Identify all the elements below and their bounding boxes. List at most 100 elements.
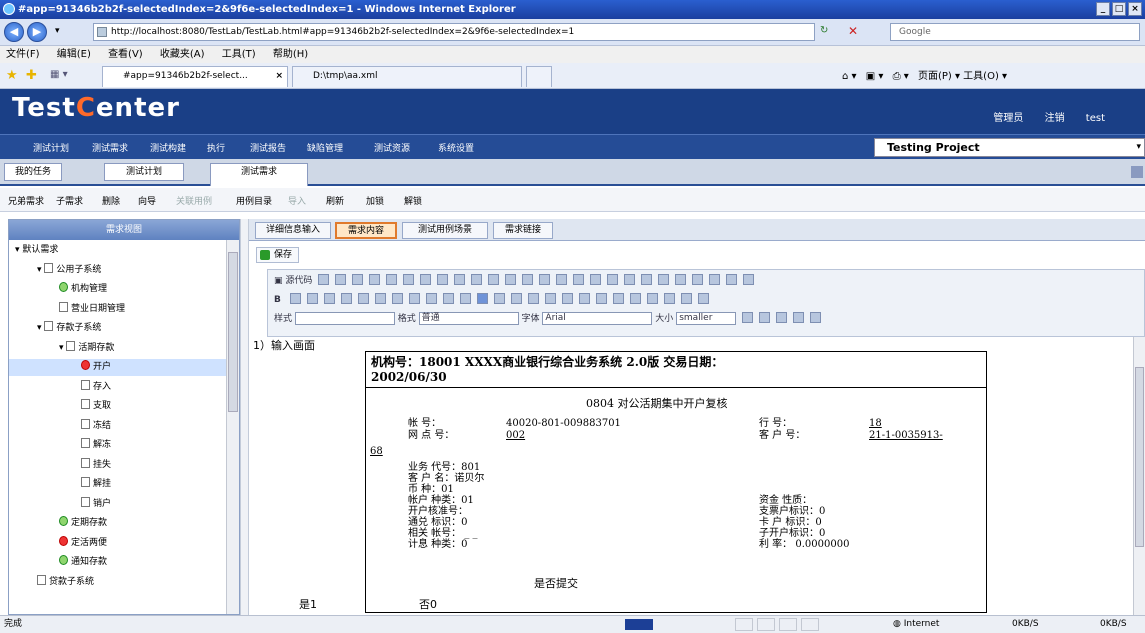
menu-help[interactable]: 帮助(H): [273, 49, 308, 60]
menu-favorites[interactable]: 收藏夹(A): [160, 49, 205, 60]
nav-test-build[interactable]: 测试构建: [150, 141, 186, 154]
tree-node[interactable]: ▾ 默认需求: [15, 242, 58, 259]
tree-node[interactable]: 机构管理: [59, 281, 107, 298]
case-dir-button[interactable]: 用例目录: [236, 194, 272, 207]
tree-node[interactable]: 解冻: [81, 437, 111, 454]
import-button[interactable]: 导入: [288, 194, 306, 207]
format-select[interactable]: 普通: [418, 312, 519, 325]
tree-node[interactable]: 通知存款: [59, 554, 107, 571]
menu-view[interactable]: 查看(V): [108, 49, 143, 60]
link-case-button[interactable]: 关联用例: [176, 194, 212, 207]
tree-node[interactable]: ▾ 活期存款: [59, 340, 114, 357]
content-scroll-thumb[interactable]: [1135, 367, 1144, 547]
tab-test-case-scenario[interactable]: 测试用例场景: [402, 222, 488, 239]
style-select[interactable]: [294, 312, 395, 325]
close-window-button[interactable]: ×: [1128, 2, 1142, 16]
tab-my-tasks[interactable]: 我的任务: [4, 163, 62, 181]
refresh-icon[interactable]: ↻: [820, 25, 828, 36]
page-tools-menu[interactable]: 页面(P) ▾ 工具(O) ▾: [918, 71, 1007, 82]
tree-node[interactable]: ▾ 公用子系统: [37, 262, 101, 279]
expander-icon[interactable]: ▾: [59, 343, 66, 353]
nav-test-resources[interactable]: 测试资源: [374, 141, 410, 154]
tree-node[interactable]: 冻结: [81, 418, 111, 435]
tree-node[interactable]: 销户: [81, 496, 111, 513]
lock-button[interactable]: 加锁: [366, 194, 384, 207]
tree-node[interactable]: 挂失: [81, 457, 111, 474]
new-tab-button[interactable]: [526, 66, 552, 87]
editor-content[interactable]: 1）输入画面 机构号：18001 XXXX商业银行综合业务系统 2.0版 交易日…: [249, 337, 1133, 615]
nav-defects[interactable]: 缺陷管理: [307, 141, 343, 154]
unlock-button[interactable]: 解锁: [404, 194, 422, 207]
toolbar-row-2: B: [274, 291, 712, 309]
cut-icon: [386, 274, 398, 285]
menu-file[interactable]: 文件(F): [6, 49, 40, 60]
forward-icon[interactable]: ▶: [27, 22, 47, 42]
tab-test-requirements[interactable]: 测试需求: [210, 163, 308, 186]
minimize-button[interactable]: _: [1096, 2, 1110, 16]
tree-node[interactable]: 贷款子系统: [37, 574, 94, 591]
nav-test-plan[interactable]: 测试计划: [33, 141, 69, 154]
tree-node[interactable]: 支取: [81, 398, 111, 415]
tab-requirement-links[interactable]: 需求链接: [493, 222, 553, 239]
menu-edit[interactable]: 编辑(E): [57, 49, 91, 60]
progress-bar: [625, 619, 653, 630]
tree-node[interactable]: 定期存款: [59, 515, 107, 532]
menu-tools[interactable]: 工具(T): [222, 49, 256, 60]
tree-node[interactable]: 营业日期管理: [59, 301, 125, 318]
flash-icon: [612, 293, 624, 304]
nav-execute[interactable]: 执行: [207, 141, 225, 154]
size-select[interactable]: smaller: [676, 312, 737, 325]
tab-requirement-content[interactable]: 需求内容: [335, 222, 397, 239]
address-input[interactable]: http://localhost:8080/TestLab/TestLab.ht…: [93, 23, 815, 41]
favorites-star-icon[interactable]: ★: [6, 68, 18, 83]
tree-node[interactable]: 开户: [9, 359, 227, 376]
nav-system-settings[interactable]: 系统设置: [438, 141, 474, 154]
logout-link[interactable]: 注销: [1045, 113, 1065, 124]
font-select[interactable]: Arial: [542, 312, 653, 325]
maximize-button[interactable]: □: [1112, 2, 1126, 16]
tree-node[interactable]: 解挂: [81, 476, 111, 493]
panel-splitter[interactable]: [240, 219, 249, 615]
indent-icon: [425, 293, 437, 304]
status-segment-3: [779, 618, 797, 631]
expander-icon[interactable]: ▾: [37, 323, 44, 333]
tree-node[interactable]: ▾ 存款子系统: [37, 320, 101, 337]
refresh-button[interactable]: 刷新: [326, 194, 344, 207]
tab-detail-input[interactable]: 详细信息输入: [255, 222, 331, 239]
user-menu: 管理员 注销 test: [975, 109, 1105, 124]
close-tab-icon[interactable]: ×: [275, 67, 283, 86]
quick-tabs-icon[interactable]: ▦ ▾: [50, 69, 68, 80]
ie-tab-xml[interactable]: D:\tmp\aa.xml: [292, 66, 522, 87]
tree-scrollbar[interactable]: [226, 240, 239, 614]
wizard-button[interactable]: 向导: [138, 194, 156, 207]
stop-icon[interactable]: ✕: [848, 24, 858, 38]
feeds-icon[interactable]: ▣ ▾: [866, 71, 884, 82]
add-sibling-button[interactable]: 兄弟需求: [8, 194, 44, 207]
content-scrollbar[interactable]: [1133, 337, 1145, 615]
history-dropdown-icon[interactable]: ▾: [55, 26, 60, 36]
search-input[interactable]: Google: [890, 23, 1140, 41]
add-child-button[interactable]: 子需求: [56, 194, 83, 207]
print-icon[interactable]: ⎙ ▾: [893, 71, 909, 82]
expander-icon[interactable]: ▾: [37, 265, 44, 275]
nav-test-requirements[interactable]: 测试需求: [92, 141, 128, 154]
ie-tab-app[interactable]: #app=91346b2b2f-select... ×: [102, 66, 288, 87]
superscript-icon: [357, 293, 369, 304]
project-select[interactable]: Testing Project ▾: [874, 138, 1145, 157]
tree-node[interactable]: 定活两便: [59, 535, 107, 552]
panel-toggle-icon[interactable]: [1131, 166, 1143, 178]
home-icon[interactable]: ⌂ ▾: [842, 71, 857, 82]
delete-button[interactable]: 删除: [102, 194, 120, 207]
tree-node[interactable]: 存入: [81, 379, 111, 396]
tree-node-label: 冻结: [93, 420, 112, 431]
document-icon: [81, 496, 90, 507]
bold-icon[interactable]: B: [274, 295, 281, 305]
add-favorite-icon[interactable]: ✚: [26, 68, 37, 83]
tree-scroll-thumb[interactable]: [228, 252, 238, 412]
source-code-button[interactable]: ▣ 源代码: [274, 276, 312, 286]
nav-test-report[interactable]: 测试报告: [250, 141, 286, 154]
save-button[interactable]: 保存: [256, 247, 300, 263]
back-icon[interactable]: ◀: [4, 22, 24, 42]
testcenter-logo: TestCenter: [12, 93, 180, 123]
tab-test-plan[interactable]: 测试计划: [104, 163, 184, 181]
